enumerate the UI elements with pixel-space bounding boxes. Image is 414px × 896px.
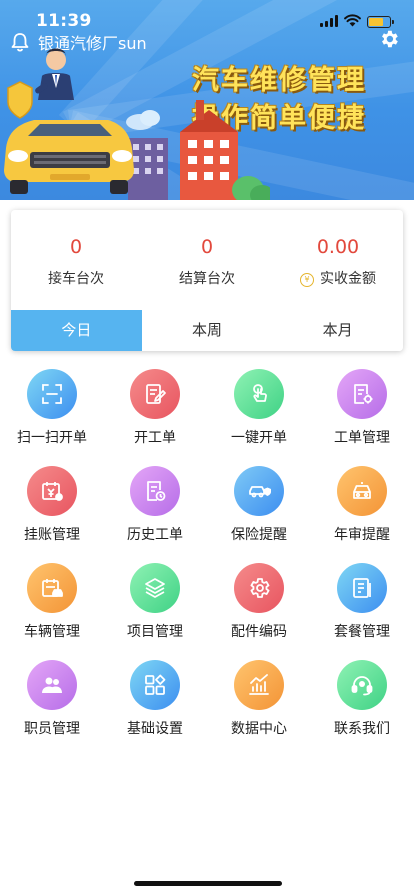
banner-illustration — [4, 48, 270, 200]
menu-item-work-order-management[interactable]: 工单管理 — [310, 369, 414, 459]
menu-item-insurance-reminder[interactable]: 保险提醒 — [207, 466, 311, 556]
stat-received-amount: 0.00 ¥ 实收金额 — [273, 210, 403, 310]
package-icon — [337, 563, 387, 613]
stat-label: 实收金额 — [320, 271, 376, 287]
stat-value: 0 — [200, 236, 214, 258]
menu-item-label: 年审提醒 — [334, 527, 390, 543]
calendar-car-icon — [27, 563, 77, 613]
period-tabs: 今日 本周 本月 — [11, 310, 403, 351]
menu-item-label: 联系我们 — [334, 721, 390, 737]
menu-item-vehicle-management[interactable]: 车辆管理 — [0, 563, 104, 653]
tab-this-month[interactable]: 本月 — [272, 310, 403, 351]
tab-today[interactable]: 今日 — [11, 310, 142, 351]
gear-icon[interactable] — [378, 28, 400, 50]
menu-item-label: 配件编码 — [231, 624, 287, 640]
headset-icon — [337, 660, 387, 710]
scan-icon — [27, 369, 77, 419]
menu-item-label: 工单管理 — [334, 430, 390, 446]
menu-item-label: 扫一扫开单 — [17, 430, 87, 446]
menu-item-label: 一键开单 — [231, 430, 287, 446]
status-time: 11:39 — [36, 11, 92, 31]
menu-item-label: 车辆管理 — [24, 624, 80, 640]
stat-value: 0 — [69, 236, 83, 258]
stat-label: 接车台次 — [48, 271, 104, 287]
battery-icon — [367, 16, 394, 28]
coin-icon: ¥ — [300, 273, 314, 287]
menu-item-annual-inspection-reminder[interactable]: 年审提醒 — [310, 466, 414, 556]
stats-card: 0 接车台次 0 结算台次 0.00 ¥ 实收金额 今日 本周 本月 — [11, 210, 403, 351]
stat-reception-count: 0 接车台次 — [11, 210, 141, 310]
doc-clock-icon — [130, 466, 180, 516]
stat-label: 结算台次 — [179, 271, 235, 287]
tap-icon — [234, 369, 284, 419]
menu-item-label: 挂账管理 — [24, 527, 80, 543]
menu-item-basic-settings[interactable]: 基础设置 — [103, 660, 207, 750]
stat-settlement-count: 0 结算台次 — [142, 210, 272, 310]
gear-part-icon — [234, 563, 284, 613]
menu-item-label: 开工单 — [134, 430, 176, 446]
menu-item-label: 保险提醒 — [231, 527, 287, 543]
calendar-yen-icon — [27, 466, 77, 516]
staff-icon — [27, 660, 77, 710]
menu-item-one-click-order[interactable]: 一键开单 — [207, 369, 311, 459]
edit-doc-icon — [130, 369, 180, 419]
car-alert-icon — [337, 466, 387, 516]
doc-gear-icon — [337, 369, 387, 419]
menu-item-contact-us[interactable]: 联系我们 — [310, 660, 414, 750]
cellular-signal-icon — [320, 15, 338, 27]
menu-item-credit-management[interactable]: 挂账管理 — [0, 466, 104, 556]
menu-item-project-management[interactable]: 项目管理 — [103, 563, 207, 653]
menu-item-scan-order[interactable]: 扫一扫开单 — [0, 369, 104, 459]
chart-icon — [234, 660, 284, 710]
menu-item-staff-management[interactable]: 职员管理 — [0, 660, 104, 750]
menu-item-open-work-order[interactable]: 开工单 — [103, 369, 207, 459]
tab-this-week[interactable]: 本周 — [141, 310, 273, 351]
car-shield-icon — [234, 466, 284, 516]
stat-value: 0.00 — [316, 236, 360, 258]
menu-item-label: 基础设置 — [127, 721, 183, 737]
menu-item-parts-coding[interactable]: 配件编码 — [207, 563, 311, 653]
app-screen: 11:39 银通汽修厂sun 汽车维修管理 操作简单便捷 0 接车台次 0 结算… — [0, 0, 414, 896]
layers-icon — [130, 563, 180, 613]
grid-settings-icon — [130, 660, 180, 710]
home-indicator — [134, 881, 282, 886]
menu-item-label: 项目管理 — [127, 624, 183, 640]
menu-item-data-center[interactable]: 数据中心 — [207, 660, 311, 750]
menu-item-label: 历史工单 — [127, 527, 183, 543]
wifi-icon — [344, 14, 361, 27]
menu-item-package-management[interactable]: 套餐管理 — [310, 563, 414, 653]
menu-item-label: 套餐管理 — [334, 624, 390, 640]
header-banner: 11:39 银通汽修厂sun 汽车维修管理 操作简单便捷 — [0, 0, 414, 200]
menu-item-label: 数据中心 — [231, 721, 287, 737]
menu-item-history-orders[interactable]: 历史工单 — [103, 466, 207, 556]
menu-item-label: 职员管理 — [24, 721, 80, 737]
